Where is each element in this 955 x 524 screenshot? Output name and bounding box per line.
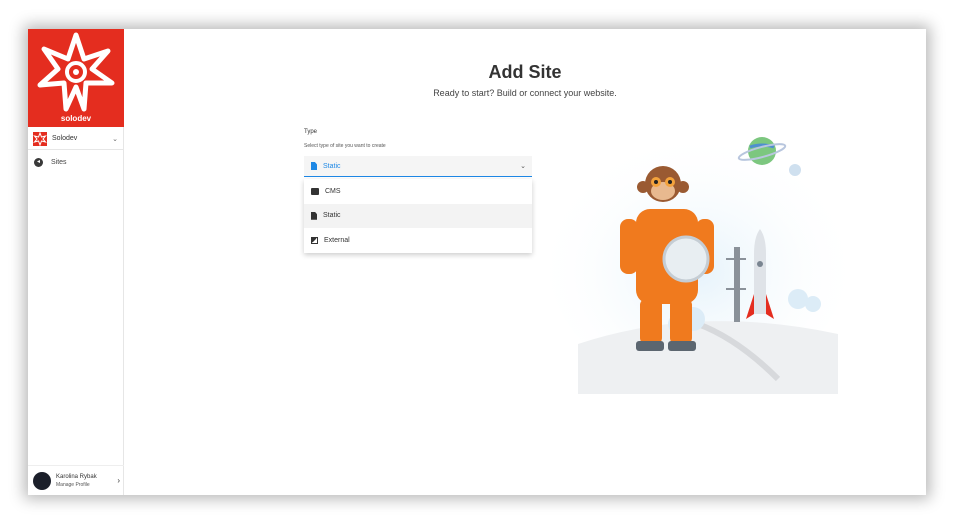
org-selector[interactable]: Solodev ⌄ (28, 128, 124, 150)
brand-wordmark: solodev (60, 114, 92, 123)
arrow-left-circle-icon: ◂ (34, 158, 43, 167)
type-label: Type (304, 129, 318, 135)
profile-name: Karolina Rybak (56, 473, 97, 480)
page-title: Add Site (488, 62, 562, 82)
chevron-right-icon: › (117, 476, 120, 485)
astronaut-monkey-illustration (548, 129, 848, 394)
option-label: Static (323, 212, 341, 220)
option-cms[interactable]: CMS (304, 179, 532, 204)
app-window: solodev Solodev ⌄ ◂ Sites Karolina Rybak… (28, 29, 926, 495)
avatar (33, 471, 51, 490)
type-select[interactable]: Static ⌄ (304, 156, 532, 177)
chevron-down-icon: ⌄ (520, 163, 526, 170)
chevron-down-icon: ⌄ (112, 135, 118, 143)
manage-profile-link[interactable]: Manage Profile (56, 482, 117, 488)
sidebar: solodev Solodev ⌄ ◂ Sites Karolina Rybak… (28, 29, 124, 495)
org-label: Solodev (52, 135, 78, 142)
document-icon (311, 162, 317, 170)
profile-menu[interactable]: Karolina Rybak Manage Profile › (28, 465, 124, 495)
sidebar-item-sites[interactable]: ◂ Sites (34, 158, 67, 167)
option-external[interactable]: External (304, 228, 532, 253)
option-label: CMS (325, 187, 341, 195)
type-dropdown-menu: CMS Static External (304, 179, 532, 253)
option-label: External (324, 236, 350, 244)
solodev-star-icon (37, 32, 115, 112)
database-icon (311, 187, 319, 195)
org-logo-icon (33, 131, 47, 146)
document-icon (311, 211, 317, 220)
type-select-value: Static (323, 162, 341, 170)
brand-logo[interactable]: solodev (28, 29, 124, 127)
option-static[interactable]: Static (304, 203, 532, 228)
external-icon (311, 236, 318, 244)
type-help-text: Select type of site you want to create (304, 143, 386, 149)
sidebar-item-label: Sites (51, 159, 67, 166)
page-subtitle: Ready to start? Build or connect your we… (433, 88, 617, 98)
